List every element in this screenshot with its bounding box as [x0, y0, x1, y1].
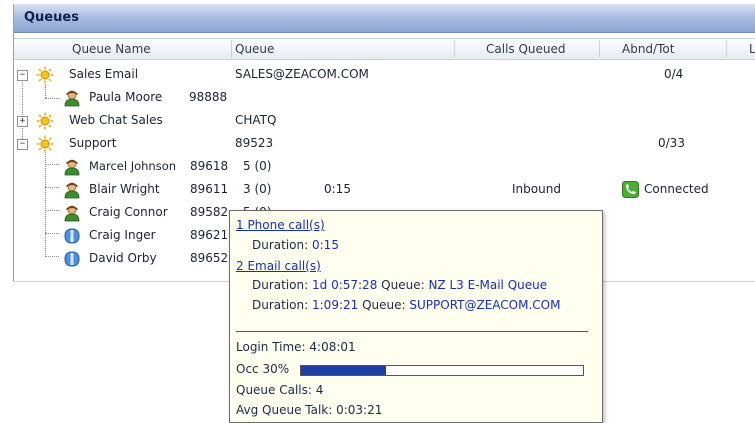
tree-row-agent[interactable]: Marcel Johnson 89618 5 (0) [14, 156, 755, 178]
column-header-l[interactable]: L [749, 42, 755, 56]
column-header-queue[interactable]: Queue [235, 42, 274, 56]
email2-duration-value: 1:09:21 [312, 298, 359, 312]
tree-row-agent[interactable]: Blair Wright 89611 3 (0) 0:15 Inbound Co… [14, 179, 755, 201]
agent-extension: 89652 [190, 251, 229, 265]
phone-connected-icon [622, 181, 639, 198]
agent-calls: 5 (0) [243, 159, 272, 173]
panel-title: Queues [24, 10, 79, 25]
email2-row: Duration: 1:09:21 Queue: SUPPORT@ZEACOM.… [252, 298, 560, 312]
panel-titlebar: Queues [14, 4, 755, 33]
agent-name: Craig Connor [89, 205, 168, 219]
agent-extension: 89618 [190, 159, 229, 173]
occupancy-label: Occ 30% [236, 362, 290, 376]
phone-duration-row: Duration: 0:15 [252, 238, 339, 252]
queue-address: CHATQ [235, 113, 277, 127]
queue-name: Sales Email [69, 67, 139, 81]
phone-duration-value: 0:15 [312, 238, 339, 252]
agent-name: Marcel Johnson [89, 159, 177, 173]
queue-star-icon [36, 135, 54, 153]
offline-agent-icon [64, 228, 80, 244]
tree-row-queue[interactable]: + Web Chat Sales CHATQ [14, 110, 755, 132]
agent-name: Paula Moore [89, 90, 163, 104]
tree-row-agent[interactable]: Paula Moore 98888 [14, 87, 755, 109]
email1-duration-value: 1d 0:57:28 [312, 278, 378, 292]
email1-queue-value: NZ L3 E-Mail Queue [428, 278, 548, 292]
email-calls-link[interactable]: 2 Email call(s) [236, 259, 321, 273]
collapse-expander[interactable]: − [17, 139, 28, 150]
agent-details-tooltip: 1 Phone call(s) Duration: 0:15 2 Email c… [229, 210, 603, 423]
call-direction: Inbound [512, 182, 561, 196]
abnd-tot-value: 0/4 [664, 67, 684, 81]
agent-name: David Orby [89, 251, 157, 265]
collapse-expander[interactable]: − [17, 70, 28, 81]
phone-duration-label: Duration: [252, 238, 309, 252]
tree-row-queue[interactable]: − Sales Email SALES@ZEACOM.COM 0/4 [14, 64, 755, 86]
queue-address: SALES@ZEACOM.COM [235, 67, 369, 81]
occupancy-bar [300, 365, 584, 376]
agent-extension: 89621 [190, 228, 229, 242]
column-header-queue-name[interactable]: Queue Name [72, 42, 151, 56]
queue-name: Support [69, 136, 117, 150]
agent-extension: 98888 [189, 90, 228, 104]
abnd-tot-value: 0/33 [658, 136, 685, 150]
agent-name: Craig Inger [89, 228, 156, 242]
offline-agent-icon [64, 251, 80, 267]
queue-star-icon [36, 112, 54, 130]
agent-icon [64, 90, 80, 107]
avg-queue-talk: Avg Queue Talk: 0:03:21 [236, 403, 383, 417]
email2-queue-value: SUPPORT@ZEACOM.COM [409, 298, 561, 312]
status-text: Connected [644, 182, 709, 196]
email2-queue-label: Queue: [362, 298, 406, 312]
agent-icon [64, 159, 80, 176]
column-header-calls-queued[interactable]: Calls Queued [486, 42, 566, 56]
agent-icon [64, 205, 80, 222]
occupancy-bar-fill [301, 366, 386, 375]
login-time: Login Time: 4:08:01 [236, 340, 356, 354]
call-time: 0:15 [324, 182, 351, 196]
queue-address: 89523 [235, 136, 274, 150]
email1-row: Duration: 1d 0:57:28 Queue: NZ L3 E-Mail… [252, 278, 547, 292]
phone-calls-link[interactable]: 1 Phone call(s) [236, 218, 325, 232]
column-header-row: Queue Name Queue Calls Queued Abnd/Tot L [14, 38, 755, 60]
agent-extension: 89611 [190, 182, 229, 196]
email1-duration-label: Duration: [252, 278, 309, 292]
agent-calls: 3 (0) [243, 182, 272, 196]
agent-name: Blair Wright [89, 182, 160, 196]
queue-star-icon [36, 66, 54, 84]
email2-duration-label: Duration: [252, 298, 309, 312]
tooltip-divider [236, 331, 588, 332]
column-header-abnd-tot[interactable]: Abnd/Tot [622, 42, 674, 56]
queue-calls: Queue Calls: 4 [236, 383, 324, 397]
tree-row-queue[interactable]: − Support 89523 0/33 [14, 133, 755, 155]
agent-icon [64, 182, 80, 199]
queue-name: Web Chat Sales [69, 113, 163, 127]
agent-extension: 89582 [190, 205, 229, 219]
expand-expander[interactable]: + [17, 116, 28, 127]
email1-queue-label: Queue: [381, 278, 425, 292]
